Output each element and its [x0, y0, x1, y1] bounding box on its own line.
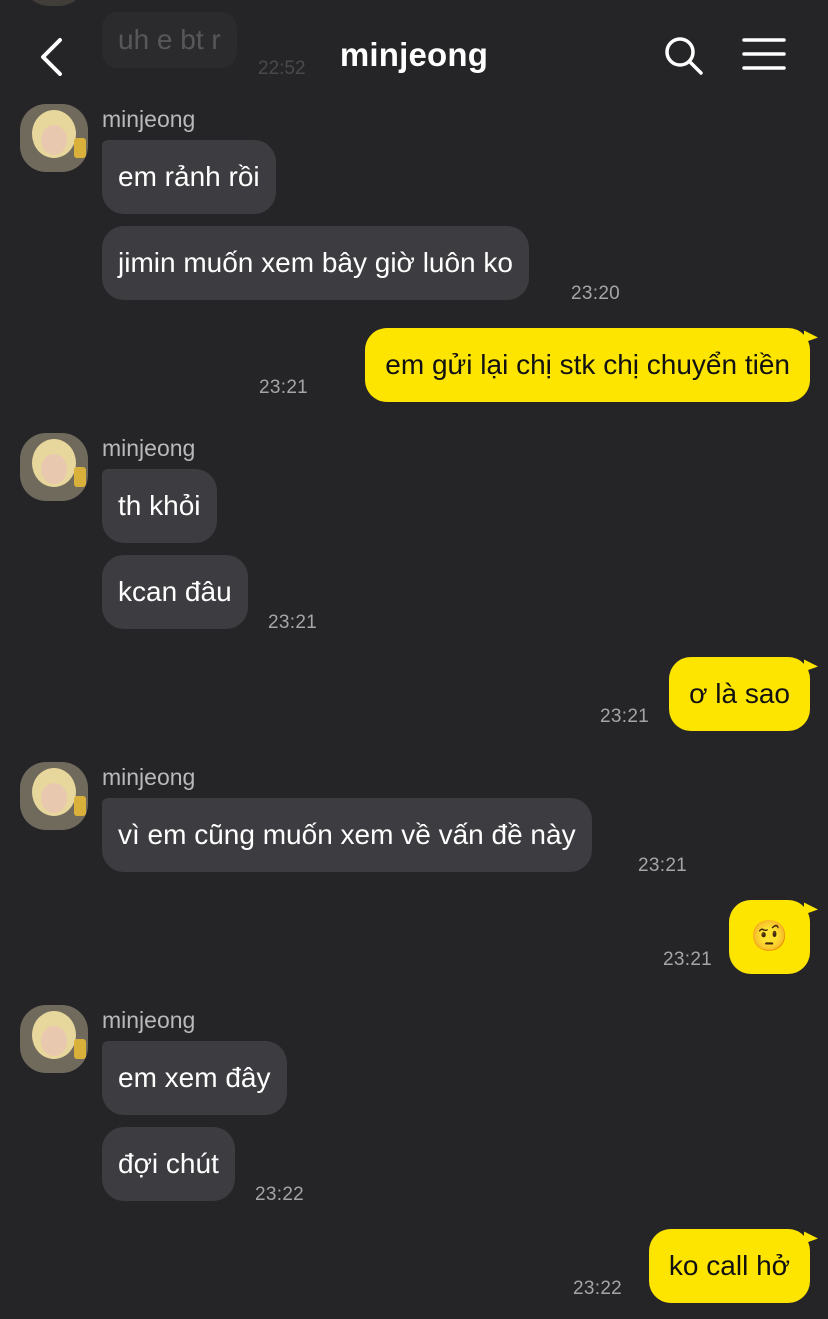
timestamp: 23:20: [571, 283, 621, 304]
timestamp: 23:21: [268, 612, 318, 633]
sender-name: minjeong: [102, 106, 196, 132]
message-bubble[interactable]: đợi chút: [102, 1127, 235, 1201]
message-bubble[interactable]: th khỏi: [102, 469, 217, 543]
sender-name: minjeong: [102, 435, 196, 461]
message-bubble[interactable]: ko call hở: [648, 1229, 810, 1303]
avatar[interactable]: [20, 762, 88, 830]
sender-name: minjeong: [102, 1007, 196, 1033]
menu-button[interactable]: [740, 36, 788, 76]
avatar[interactable]: [20, 1005, 88, 1073]
message-bubble[interactable]: ơ là sao: [669, 657, 810, 731]
search-button[interactable]: [660, 32, 708, 80]
emoji-message-bubble[interactable]: 🤨: [728, 900, 810, 974]
timestamp: 23:21: [259, 377, 309, 398]
timestamp: 23:22: [573, 1278, 623, 1299]
message-bubble[interactable]: em rảnh rồi: [102, 140, 276, 214]
avatar[interactable]: [20, 104, 88, 172]
message-bubble[interactable]: em xem đây: [102, 1041, 287, 1115]
timestamp: 23:21: [638, 855, 688, 876]
message-bubble[interactable]: kcan đâu: [102, 555, 248, 629]
timestamp: 23:21: [600, 706, 650, 727]
message-bubble[interactable]: jimin muốn xem bây giờ luôn ko: [102, 226, 529, 300]
search-icon: [665, 37, 703, 75]
sender-name: minjeong: [102, 764, 196, 790]
timestamp: 23:22: [255, 1184, 305, 1205]
message-bubble[interactable]: vì em cũng muốn xem về vấn đề này: [102, 798, 592, 872]
chat-header: minjeong: [0, 0, 828, 100]
message-bubble[interactable]: em gửi lại chị stk chị chuyển tiền: [365, 328, 810, 402]
timestamp: 23:21: [663, 949, 713, 970]
menu-icon: [742, 38, 786, 70]
avatar[interactable]: [20, 433, 88, 501]
